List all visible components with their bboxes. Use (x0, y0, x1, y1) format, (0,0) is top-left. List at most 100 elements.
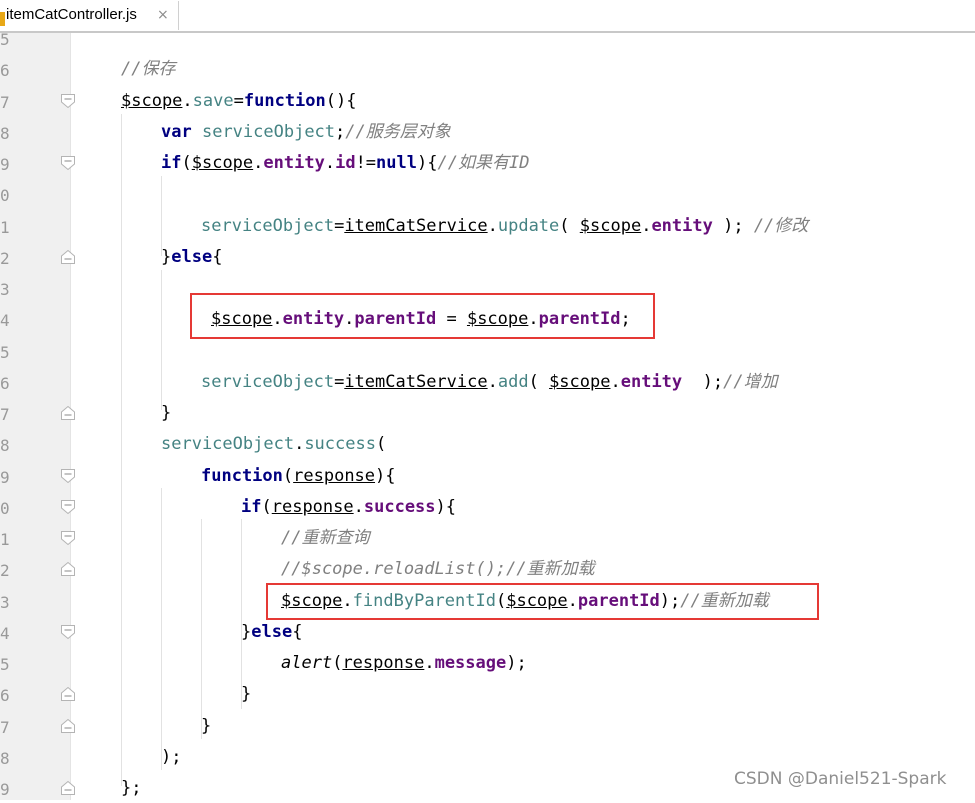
code-token: else (171, 246, 213, 267)
code-token: entity (651, 215, 713, 236)
code-token: { (292, 621, 303, 642)
code-token: entity (263, 153, 325, 173)
code-line[interactable]: if(response.success){ (241, 492, 456, 522)
code-token: . (610, 371, 621, 392)
highlight-box-findbyparentid (266, 583, 819, 620)
code-token: . (487, 371, 498, 392)
code-token: . (424, 653, 435, 673)
line-number: 2 (0, 248, 10, 268)
code-line[interactable]: function(response){ (201, 461, 396, 491)
line-number: 4 (0, 311, 10, 331)
code-token: $scope (191, 153, 254, 173)
code-line[interactable]: serviceObject=itemCatService.update( $sc… (201, 211, 808, 241)
code-token: ( (332, 653, 343, 673)
code-line[interactable]: } (161, 398, 171, 428)
code-token: ); (712, 215, 754, 236)
code-token: }; (121, 778, 142, 798)
code-token: itemCatService (344, 215, 488, 236)
line-number: 6 (0, 61, 10, 81)
line-number: 2 (0, 561, 10, 581)
code-line[interactable]: //$scope.reloadList();//重新加载 (281, 554, 595, 584)
code-token: (){ (325, 90, 357, 111)
code-line[interactable]: serviceObject.success( (161, 429, 386, 459)
code-token: } (201, 715, 212, 736)
line-number: 7 (0, 92, 10, 112)
js-file-icon (0, 12, 5, 26)
line-number: 3 (0, 280, 10, 299)
code-token: } (161, 403, 172, 423)
code-line[interactable]: //重新查询 (281, 523, 369, 553)
code-editor[interactable]: //保存 $scope.save=function(){var serviceOb… (71, 33, 975, 800)
code-line[interactable]: } (241, 679, 251, 709)
code-line[interactable]: var serviceObject;//服务层对象 (161, 117, 451, 147)
code-token: = (334, 371, 345, 392)
tab-label: itemCatController.js (6, 6, 137, 23)
code-token: ){ (375, 465, 396, 486)
line-number: 7 (0, 717, 10, 737)
code-token: alert (281, 653, 333, 673)
line-number: 1 (0, 217, 10, 237)
code-token: if (241, 496, 262, 517)
code-token: success (304, 434, 376, 455)
code-token: //增加 (723, 371, 778, 392)
code-token: add (497, 371, 529, 392)
close-icon[interactable]: × (157, 7, 169, 23)
code-line[interactable]: alert(response.message); (281, 648, 527, 678)
code-line[interactable]: }else{ (161, 242, 222, 272)
code-token: . (353, 496, 364, 517)
code-token: function (243, 90, 326, 111)
line-number: 8 (0, 748, 10, 768)
code-line[interactable]: if($scope.entity.id!=null){//如果有ID (161, 148, 529, 178)
code-token: . (253, 153, 264, 173)
line-number: 8 (0, 436, 10, 456)
code-line[interactable]: ); (161, 742, 181, 772)
line-number: 9 (0, 155, 10, 174)
code-token: response (342, 653, 425, 673)
code-line[interactable]: $scope.save=function(){ (121, 86, 356, 116)
code-token: } (161, 246, 172, 267)
line-number: 1 (0, 530, 10, 549)
code-token: ) (417, 153, 428, 173)
code-token: var (161, 121, 192, 142)
code-token: entity (620, 371, 683, 392)
indent-guide (161, 488, 162, 770)
code-token: update (497, 215, 560, 236)
code-token: //保存 (121, 59, 176, 80)
code-token: . (294, 434, 305, 455)
line-number: 0 (0, 186, 10, 206)
code-token: serviceObject (201, 215, 335, 236)
line-number-gutter: 5 6 7 8 9 0 1 2 3 4 5 6 7 8 9 0 1 2 3 4 5 6 7 8 9 (0, 30, 75, 800)
code-token: serviceObject (161, 434, 295, 455)
code-token: itemCatService (344, 371, 488, 392)
line-number: 3 (0, 592, 10, 612)
code-line[interactable]: //保存 (121, 54, 175, 84)
indent-guide (161, 270, 162, 410)
code-token: { (212, 246, 223, 267)
code-line[interactable]: }else{ (241, 617, 302, 647)
code-token: serviceObject (201, 121, 336, 142)
code-token: null (376, 153, 417, 173)
code-token: $scope (121, 90, 183, 111)
code-token: ; (335, 121, 346, 142)
code-token: . (487, 215, 498, 236)
code-token: else (251, 621, 293, 642)
code-token: $scope (549, 371, 611, 392)
code-token: ); (161, 746, 182, 767)
code-token: ); (506, 653, 527, 673)
code-token: ( (559, 215, 580, 236)
code-token: response (271, 496, 354, 517)
code-token: = (233, 90, 244, 111)
tab-itemcatcontroller[interactable]: itemCatController.js × (0, 1, 179, 30)
line-number: 5 (0, 342, 10, 362)
code-token: //服务层对象 (345, 121, 451, 142)
code-token: . (324, 153, 336, 173)
code-token: if (161, 153, 182, 173)
code-line[interactable]: serviceObject=itemCatService.add( $scope… (201, 367, 778, 397)
line-number: 9 (0, 780, 10, 799)
code-token: save (192, 90, 234, 111)
code-token: $scope (579, 215, 642, 236)
code-line[interactable]: }; (121, 773, 141, 803)
line-number: 6 (0, 373, 10, 393)
code-line[interactable]: } (201, 711, 211, 741)
line-number: 5 (0, 30, 10, 49)
